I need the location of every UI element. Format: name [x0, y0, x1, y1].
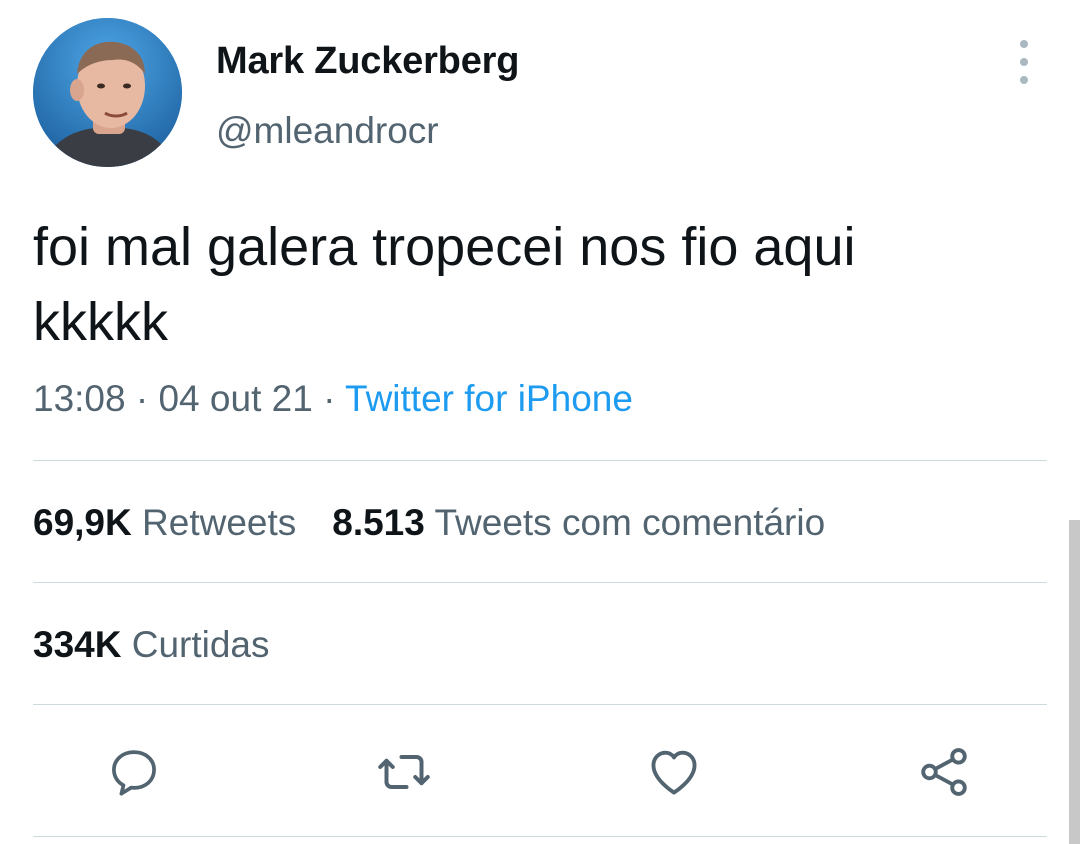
author-handle[interactable]: @mleandrocr	[216, 110, 439, 152]
quote-tweets-count: 8.513	[332, 502, 425, 543]
meta-separator: ·	[312, 378, 346, 419]
likes-stat[interactable]: 334K Curtidas	[33, 624, 270, 665]
share-icon	[921, 748, 967, 796]
likes-label: Curtidas	[131, 624, 270, 665]
meta-separator: ·	[125, 378, 159, 419]
tweet-time: 13:08	[33, 378, 126, 419]
tweet-action-bar	[0, 740, 1080, 804]
more-dot	[1020, 58, 1028, 66]
reply-button[interactable]	[102, 740, 166, 804]
share-button[interactable]	[912, 740, 976, 804]
retweets-stat[interactable]: 69,9K Retweets	[33, 502, 296, 543]
quote-tweets-label: Tweets com comentário	[434, 502, 826, 543]
tweet-source-link[interactable]: Twitter for iPhone	[345, 378, 633, 419]
avatar-photo	[33, 18, 182, 167]
more-dot	[1020, 40, 1028, 48]
divider	[33, 582, 1047, 583]
divider	[33, 836, 1047, 837]
likes-count: 334K	[33, 624, 122, 665]
retweets-count: 69,9K	[33, 502, 132, 543]
tweet-meta: 13:08 · 04 out 21 · Twitter for iPhone	[33, 378, 633, 420]
divider	[33, 704, 1047, 705]
like-button[interactable]	[642, 740, 706, 804]
retweet-icon	[378, 755, 430, 789]
heart-icon	[651, 750, 697, 795]
retweet-button[interactable]	[372, 740, 436, 804]
more-dot	[1020, 76, 1028, 84]
scrollbar[interactable]	[1069, 520, 1080, 844]
tweet-date: 04 out 21	[158, 378, 313, 419]
likes-stats-row: 334K Curtidas	[33, 624, 270, 666]
tweet-text: foi mal galera tropecei nos fio aqui kkk…	[33, 217, 856, 352]
tweet-detail-screen: Mark Zuckerberg @mleandrocr foi mal gale…	[0, 0, 1080, 844]
author-display-name[interactable]: Mark Zuckerberg	[216, 40, 519, 83]
retweets-label: Retweets	[142, 502, 297, 543]
more-options-button[interactable]	[1006, 40, 1042, 84]
comment-icon	[112, 750, 156, 796]
divider	[33, 460, 1047, 461]
avatar[interactable]	[33, 18, 182, 167]
retweet-stats-row: 69,9K Retweets 8.513 Tweets com comentári…	[33, 502, 825, 544]
quote-tweets-stat[interactable]: 8.513 Tweets com comentário	[332, 502, 825, 543]
